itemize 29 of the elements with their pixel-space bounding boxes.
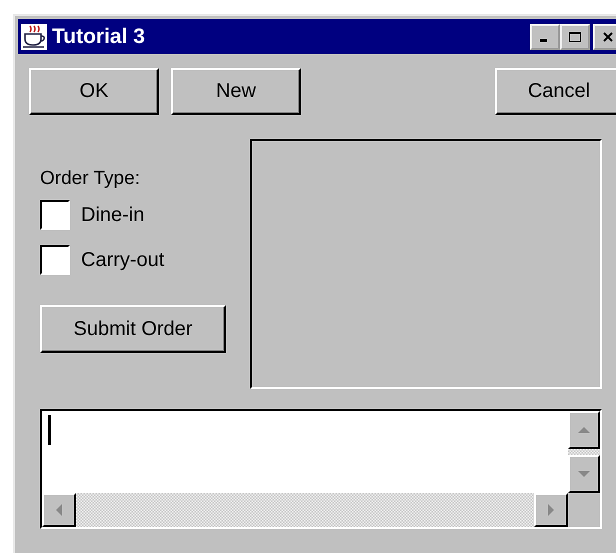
- dialog-button[interactable]: OK: [29, 68, 159, 115]
- scroll-right-button[interactable]: [534, 493, 568, 527]
- close-button[interactable]: [593, 24, 616, 50]
- checkbox-label: Dine-in: [81, 204, 144, 226]
- teacup-icon: [21, 24, 47, 50]
- maximize-button[interactable]: [560, 24, 590, 50]
- checkbox-label: Carry-out: [81, 248, 164, 272]
- text-area[interactable]: [40, 409, 602, 529]
- scroll-up-button[interactable]: [568, 411, 600, 449]
- minimize-button[interactable]: [530, 24, 560, 50]
- maximize-icon: [568, 30, 582, 42]
- dialog-button[interactable]: Cancel: [495, 68, 616, 115]
- submit-order-button[interactable]: Submit Order: [40, 305, 226, 353]
- minimize-icon: [540, 39, 546, 42]
- checkbox[interactable]: [40, 200, 70, 230]
- order-type-label: Order Type:: [40, 168, 141, 190]
- scrollbar-track[interactable]: [568, 449, 600, 455]
- scrollbar-corner: [568, 493, 600, 527]
- left-arrow-icon: [55, 503, 63, 517]
- close-icon: [602, 30, 614, 42]
- up-arrow-icon: [577, 426, 591, 434]
- checkbox[interactable]: [40, 245, 70, 275]
- down-arrow-icon: [577, 470, 591, 478]
- dialog-button[interactable]: New: [171, 68, 301, 115]
- scroll-left-button[interactable]: [42, 493, 76, 527]
- right-arrow-icon: [547, 503, 555, 517]
- scroll-down-button[interactable]: [568, 455, 600, 493]
- text-cursor: [48, 415, 51, 445]
- window-title: Tutorial 3: [52, 24, 146, 48]
